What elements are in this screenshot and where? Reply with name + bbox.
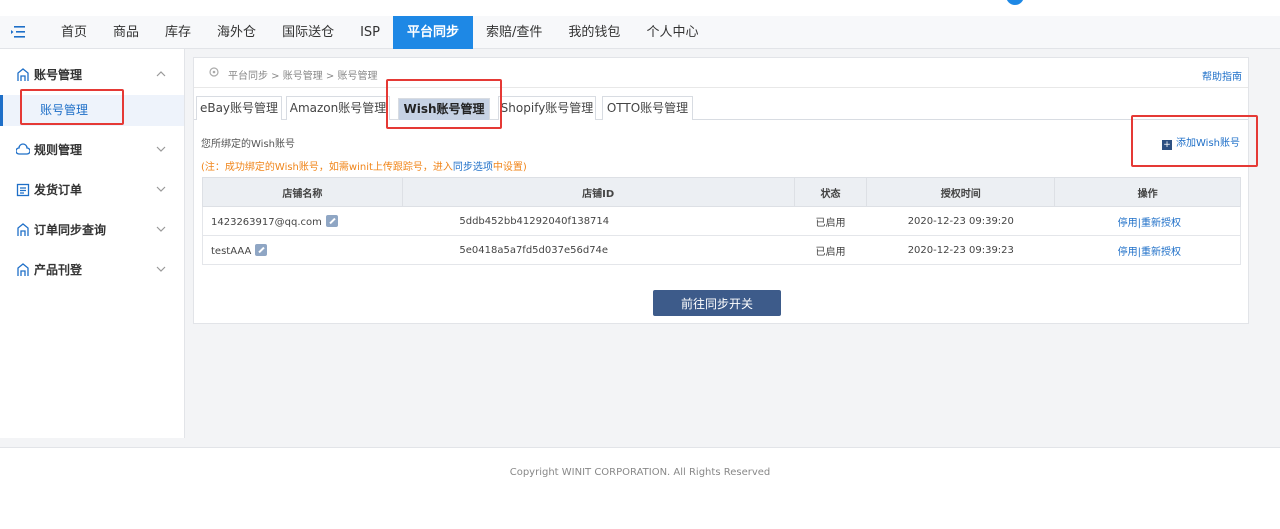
sidebar-group-label: 订单同步查询 bbox=[34, 223, 107, 237]
shop-id-cell: 5ddb452bb41292040f138714 bbox=[402, 206, 795, 236]
sidebar-item-account-management[interactable]: 账号管理 bbox=[0, 95, 184, 126]
settings-icon[interactable] bbox=[1226, 0, 1244, 6]
account-icon bbox=[17, 68, 29, 81]
note-suffix: 中设置) bbox=[492, 162, 527, 173]
wish-account-content: 您所绑定的Wish账号 (注：成功绑定的Wish账号，如需winit上传跟踪号，… bbox=[194, 121, 1248, 323]
nav-item-platform-sync[interactable]: 平台同步 bbox=[393, 16, 474, 49]
chevron-down-icon bbox=[156, 266, 166, 272]
shop-name: 1423263917@qq.com bbox=[211, 216, 322, 228]
message-icon[interactable] bbox=[1068, 0, 1086, 6]
tab-shopify[interactable]: Shopify账号管理 bbox=[498, 96, 596, 120]
table-row: testAAA 5e0418a5a7fd5d037e56d74e 已启用 202… bbox=[202, 235, 1241, 265]
sidebar-group-account[interactable]: 账号管理 bbox=[0, 55, 184, 95]
sidebar-group-order-sync-query[interactable]: 订单同步查询 bbox=[0, 210, 184, 250]
main-nav: 首页 商品 库存 海外仓 国际送仓 ISP 平台同步 索赔/查件 我的钱包 个人… bbox=[0, 16, 1280, 49]
status-cell: 已启用 bbox=[794, 206, 867, 236]
breadcrumb: 平台同步 > 账号管理 > 账号管理 帮助指南 bbox=[194, 58, 1248, 88]
sidebar-group-shipping-orders[interactable]: 发货订单 bbox=[0, 170, 184, 210]
main-panel: 平台同步 > 账号管理 > 账号管理 帮助指南 eBay账号管理 Amazon账… bbox=[193, 57, 1249, 324]
sidebar: 账号管理 账号管理 规则管理 发货订单 订单同步查询 产品刊登 bbox=[0, 49, 185, 438]
column-header-shop-name: 店铺名称 bbox=[202, 177, 403, 207]
nav-item-isp[interactable]: ISP bbox=[347, 16, 393, 49]
actions-cell: 停用|重新授权 bbox=[1054, 206, 1241, 236]
active-indicator bbox=[0, 95, 3, 126]
accounts-table: 店铺名称 店铺ID 状态 授权时间 操作 1423263917@qq.com 5… bbox=[202, 177, 1241, 265]
nav-item-international-delivery[interactable]: 国际送仓 bbox=[269, 16, 347, 49]
footer: Copyright WINIT CORPORATION. All Rights … bbox=[0, 447, 1280, 529]
location-icon bbox=[209, 67, 219, 77]
sidebar-group-product-listing[interactable]: 产品刊登 bbox=[0, 250, 184, 290]
sync-options-link[interactable]: 同步选项 bbox=[453, 162, 493, 173]
top-utility-bar bbox=[0, 0, 1280, 16]
nav-item-wallet[interactable]: 我的钱包 bbox=[555, 16, 633, 49]
table-header-row: 店铺名称 店铺ID 状态 授权时间 操作 bbox=[202, 177, 1241, 207]
sidebar-group-label: 发货订单 bbox=[34, 183, 83, 197]
sidebar-item-label: 账号管理 bbox=[40, 103, 89, 117]
column-header-status: 状态 bbox=[793, 177, 868, 207]
sidebar-group-label: 产品刊登 bbox=[34, 263, 83, 277]
nav-item-inventory[interactable]: 库存 bbox=[152, 16, 204, 49]
cloud-icon bbox=[16, 143, 30, 155]
nav-items: 首页 商品 库存 海外仓 国际送仓 ISP 平台同步 索赔/查件 我的钱包 个人… bbox=[48, 16, 711, 49]
bound-accounts-label: 您所绑定的Wish账号 bbox=[201, 139, 295, 150]
home-icon bbox=[17, 223, 29, 236]
column-header-auth-time: 授权时间 bbox=[866, 177, 1056, 207]
note-text: (注：成功绑定的Wish账号，如需winit上传跟踪号，进入同步选项中设置) bbox=[201, 158, 527, 173]
nav-item-profile[interactable]: 个人中心 bbox=[633, 16, 711, 49]
shop-name-cell: testAAA bbox=[202, 235, 403, 265]
chevron-down-icon bbox=[156, 186, 166, 192]
help-guide-link[interactable]: 帮助指南 bbox=[1202, 68, 1242, 83]
list-icon bbox=[16, 183, 30, 197]
sidebar-group-rules[interactable]: 规则管理 bbox=[0, 130, 184, 170]
edit-icon[interactable] bbox=[325, 214, 338, 227]
bell-icon[interactable] bbox=[1176, 0, 1194, 6]
sidebar-group-label: 账号管理 bbox=[34, 68, 83, 82]
column-header-actions: 操作 bbox=[1054, 177, 1241, 207]
edit-icon[interactable] bbox=[255, 243, 268, 256]
add-wish-account-button[interactable]: + 添加Wish账号 bbox=[1162, 134, 1240, 150]
tab-ebay[interactable]: eBay账号管理 bbox=[196, 96, 282, 120]
tab-wish[interactable]: Wish账号管理 bbox=[398, 98, 490, 120]
plus-icon: + bbox=[1162, 140, 1172, 150]
reauthorize-link[interactable]: 重新授权 bbox=[1141, 247, 1181, 258]
menu-toggle-icon[interactable] bbox=[10, 24, 26, 40]
shop-id-cell: 5e0418a5a7fd5d037e56d74e bbox=[402, 235, 795, 265]
shop-name-cell: 1423263917@qq.com bbox=[202, 206, 403, 236]
table-row: 1423263917@qq.com 5ddb452bb41292040f1387… bbox=[202, 206, 1241, 236]
disable-link[interactable]: 停用 bbox=[1118, 218, 1138, 229]
column-header-shop-id: 店铺ID bbox=[401, 177, 795, 207]
chevron-up-icon bbox=[156, 71, 166, 77]
nav-item-home[interactable]: 首页 bbox=[48, 16, 100, 49]
copyright-text: Copyright WINIT CORPORATION. All Rights … bbox=[509, 467, 771, 478]
avatar-icon[interactable] bbox=[1006, 0, 1024, 6]
actions-cell: 停用|重新授权 bbox=[1054, 235, 1241, 265]
tab-otto[interactable]: OTTO账号管理 bbox=[602, 96, 693, 120]
reauthorize-link[interactable]: 重新授权 bbox=[1141, 218, 1181, 229]
tab-amazon[interactable]: Amazon账号管理 bbox=[286, 96, 390, 120]
nav-item-products[interactable]: 商品 bbox=[100, 16, 152, 49]
shop-name: testAAA bbox=[211, 245, 252, 257]
chevron-down-icon bbox=[156, 226, 166, 232]
account-tabs: eBay账号管理 Amazon账号管理 Wish账号管理 Shopify账号管理… bbox=[194, 94, 1248, 120]
status-cell: 已启用 bbox=[794, 235, 867, 265]
note-prefix: (注：成功绑定的Wish账号，如需winit上传跟踪号，进入 bbox=[201, 162, 453, 173]
nav-item-claims[interactable]: 索赔/查件 bbox=[473, 16, 555, 49]
auth-time-cell: 2020-12-23 09:39:20 bbox=[866, 206, 1055, 236]
cart-icon[interactable] bbox=[1124, 0, 1142, 6]
auth-time-cell: 2020-12-23 09:39:23 bbox=[866, 235, 1055, 265]
breadcrumb-text: 平台同步 > 账号管理 > 账号管理 bbox=[228, 71, 378, 82]
go-to-sync-switch-button[interactable]: 前往同步开关 bbox=[653, 290, 781, 316]
nav-item-overseas-warehouse[interactable]: 海外仓 bbox=[204, 16, 269, 49]
home-icon bbox=[17, 263, 29, 276]
sidebar-group-label: 规则管理 bbox=[34, 143, 83, 157]
chevron-down-icon bbox=[156, 146, 166, 152]
add-wish-account-label: 添加Wish账号 bbox=[1176, 138, 1240, 149]
disable-link[interactable]: 停用 bbox=[1118, 247, 1138, 258]
